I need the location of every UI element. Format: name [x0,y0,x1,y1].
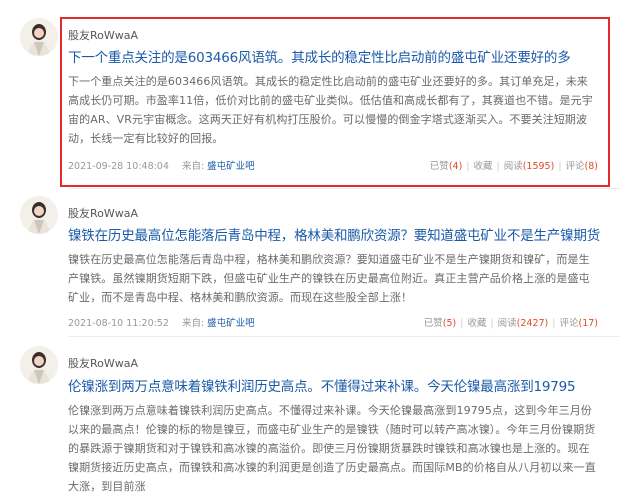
read-count: 阅读(2427) [497,318,549,329]
divider [68,336,620,337]
post-date: 2021-08-10 11:20:52 [68,318,169,329]
avatar[interactable] [20,18,58,56]
avatar-image [20,346,58,384]
post-meta: 2021-08-10 11:20:52 来自: 盛屯矿业吧 已赞(5) | 收藏 | 阅… [68,315,598,329]
source-link[interactable]: 盛屯矿业吧 [207,318,255,329]
avatar-image [20,18,58,56]
post-excerpt: 镍铁在历史最高位怎能落后青岛中程，格林美和鹏欣资源？要知道盛屯矿业不是生产镍期货… [68,253,590,304]
post-title[interactable]: 伦镍涨到两万点意味着镍铁利润历史高点。不懂得过来补课。今天伦镍最高涨到19795 [68,375,576,395]
author-name[interactable]: 股友RoWwaA [68,355,138,371]
avatar[interactable] [20,196,58,234]
post-excerpt: 伦镍涨到两万点意味着镍铁利润历史高点。不懂得过来补课。今天伦镍最高涨到19795… [68,404,596,493]
author-name[interactable]: 股友RoWwaA [68,205,138,221]
like-button[interactable]: 已赞(5) [424,318,456,329]
favorite-button[interactable]: 收藏 [467,318,486,329]
divider [68,188,620,189]
post-stats: 已赞(5) | 收藏 | 阅读(2427) | 评论(17) [423,318,598,329]
highlight-box [60,17,610,187]
source-label: 来自: [181,318,205,329]
avatar[interactable] [20,346,58,384]
comment-button[interactable]: 评论(17) [559,318,598,329]
avatar-image [20,196,58,234]
post-title[interactable]: 镍铁在历史最高位怎能落后青岛中程，格林美和鹏欣资源？要知道盛屯矿业不是生产镍期货 [68,224,600,244]
